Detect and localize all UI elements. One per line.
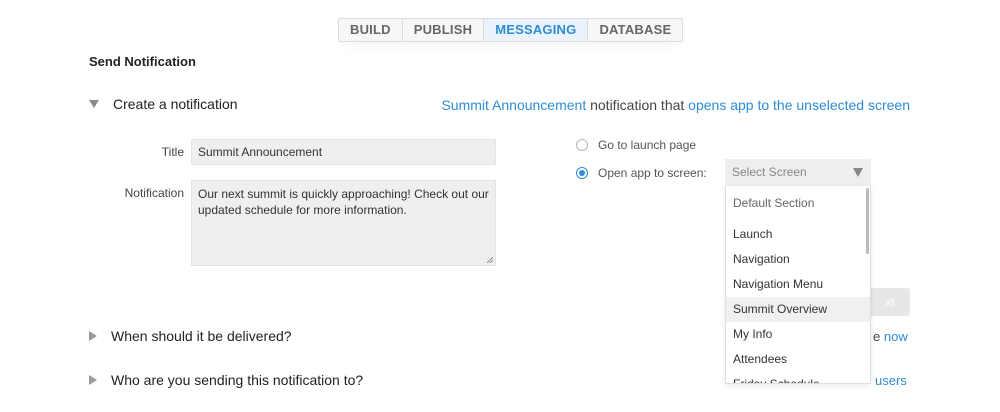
audience-users-link[interactable]: users bbox=[875, 373, 907, 388]
delivery-summary: e now bbox=[873, 329, 908, 344]
dropdown-item[interactable]: Navigation bbox=[726, 247, 870, 272]
dropdown-arrow-icon bbox=[853, 168, 863, 177]
resize-handle-icon[interactable] bbox=[487, 257, 493, 263]
dropdown-item[interactable]: Friday Schedule bbox=[726, 372, 870, 383]
launch-option-label: Go to launch page bbox=[598, 138, 697, 152]
radio-launch[interactable] bbox=[576, 139, 588, 151]
delivery-heading: When should it be delivered? bbox=[111, 328, 292, 344]
next-button-label: xt bbox=[885, 295, 895, 309]
title-input[interactable]: Summit Announcement bbox=[191, 139, 496, 165]
expand-triangle-icon bbox=[89, 331, 97, 341]
tab-messaging[interactable]: MESSAGING bbox=[484, 19, 589, 41]
expand-triangle-icon bbox=[89, 375, 97, 385]
option-go-to-launch[interactable]: Go to launch page bbox=[576, 138, 696, 152]
dropdown-item[interactable]: Launch bbox=[726, 222, 870, 247]
summary-text: notification that bbox=[590, 97, 685, 113]
top-tab-bar: BUILD PUBLISH MESSAGING DATABASE bbox=[338, 18, 684, 42]
notification-summary: Summit Announcement notification that op… bbox=[441, 97, 910, 113]
audience-heading: Who are you sending this notification to… bbox=[111, 372, 364, 388]
dropdown-item[interactable]: Summit Overview bbox=[726, 297, 870, 322]
screen-select-placeholder: Select Screen bbox=[732, 165, 807, 179]
create-notification-heading: Create a notification bbox=[113, 96, 238, 112]
tab-database[interactable]: DATABASE bbox=[588, 19, 682, 41]
screen-select[interactable]: Select Screen bbox=[725, 159, 871, 186]
dropdown-item[interactable]: My Info bbox=[726, 322, 870, 347]
tab-build[interactable]: BUILD bbox=[339, 19, 403, 41]
delivery-section-toggle[interactable]: When should it be delivered? bbox=[89, 328, 292, 344]
dropdown-item[interactable]: Attendees bbox=[726, 347, 870, 372]
radio-screen[interactable] bbox=[576, 167, 588, 179]
dropdown-item[interactable]: Navigation Menu bbox=[726, 272, 870, 297]
summary-title-link[interactable]: Summit Announcement bbox=[441, 97, 586, 113]
summary-action-link[interactable]: opens app to the unselected screen bbox=[688, 97, 910, 113]
screen-dropdown-list[interactable]: Default Section Launch Navigation Naviga… bbox=[725, 186, 871, 384]
screen-option-label: Open app to screen: bbox=[598, 166, 707, 180]
delivery-summary-prefix: e bbox=[873, 329, 881, 344]
notification-text: Our next summit is quickly approaching! … bbox=[198, 187, 489, 217]
delivery-now-link[interactable]: now bbox=[884, 329, 908, 344]
audience-section-toggle[interactable]: Who are you sending this notification to… bbox=[89, 372, 363, 388]
page-title: Send Notification bbox=[89, 54, 196, 69]
notification-textarea[interactable]: Our next summit is quickly approaching! … bbox=[191, 180, 496, 266]
title-label: Title bbox=[161, 145, 184, 159]
collapse-triangle-icon bbox=[89, 100, 99, 108]
tab-publish[interactable]: PUBLISH bbox=[403, 19, 485, 41]
create-notification-section-toggle[interactable]: Create a notification bbox=[89, 96, 238, 112]
audience-summary: users bbox=[875, 373, 907, 388]
notification-label: Notification bbox=[124, 186, 184, 200]
option-open-to-screen[interactable]: Open app to screen: bbox=[576, 166, 707, 180]
dropdown-item[interactable]: Default Section bbox=[726, 186, 870, 222]
dropdown-scrollbar[interactable] bbox=[866, 188, 869, 254]
